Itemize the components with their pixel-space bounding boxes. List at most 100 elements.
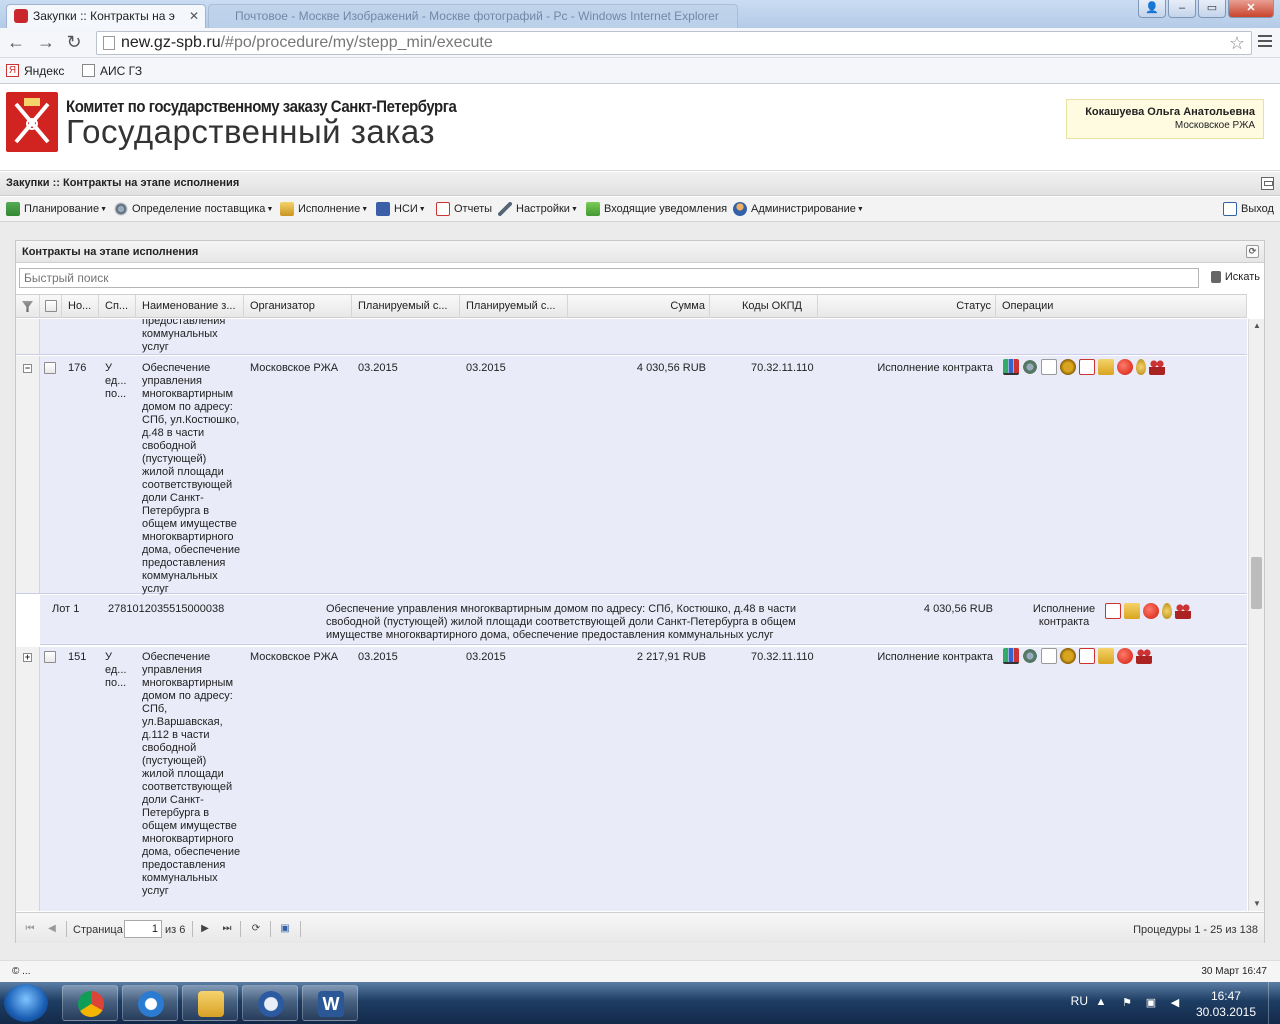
page-footer: © ... 30 Март 16:47 <box>0 960 1280 982</box>
reload-icon[interactable]: ↻ <box>64 33 84 53</box>
taskbar-explorer[interactable] <box>182 985 238 1021</box>
close-window-button[interactable]: ✕ <box>1228 0 1274 18</box>
menu-planning[interactable]: Планирование▼ <box>6 202 107 217</box>
last-page-icon[interactable]: ⏭ <box>221 923 233 935</box>
row-name: Обеспечение управления многоквартирным д… <box>142 362 241 595</box>
filter-column[interactable] <box>16 295 40 318</box>
column-header[interactable]: Сумма <box>568 295 710 318</box>
lot-row[interactable]: Лот 1 2781012035515000038 Обеспечение уп… <box>40 595 1247 645</box>
collapse-row-icon[interactable]: − <box>23 364 32 373</box>
folder-icon[interactable] <box>1124 603 1140 619</box>
minimize-button[interactable]: ‒ <box>1168 0 1196 18</box>
menu-supplier[interactable]: Определение поставщика▼ <box>114 202 273 217</box>
tray-arrow-icon[interactable]: ▲ <box>1094 996 1108 1010</box>
row-checkbox[interactable] <box>44 362 56 374</box>
menu-execution[interactable]: Исполнение▼ <box>280 202 368 217</box>
show-desktop-button[interactable] <box>1268 982 1280 1024</box>
people-icon[interactable] <box>1149 359 1165 375</box>
column-header[interactable]: Организатор <box>244 295 352 318</box>
scroll-up-arrow-icon[interactable]: ▲ <box>1249 319 1265 333</box>
table-row[interactable]: + 151 У ед... по... Обеспечение управлен… <box>16 647 1247 911</box>
column-header[interactable]: Планируемый с... <box>352 295 460 318</box>
scroll-down-arrow-icon[interactable]: ▼ <box>1249 897 1265 911</box>
column-header[interactable]: Наименование з... <box>136 295 244 318</box>
menu-admin[interactable]: Администрирование▼ <box>733 202 864 217</box>
chart-icon[interactable] <box>1003 359 1019 375</box>
stop-icon[interactable] <box>1143 603 1159 619</box>
coin-icon[interactable] <box>1162 603 1172 619</box>
address-bar[interactable]: new.gz-spb.ru/#po/procedure/my/stepp_min… <box>96 31 1252 55</box>
quick-search-input[interactable] <box>19 268 1199 288</box>
report-icon[interactable] <box>1079 359 1095 375</box>
column-header[interactable]: Но... <box>62 295 99 318</box>
emblem-icon[interactable] <box>1060 359 1076 375</box>
grid-scrollbar[interactable]: ▲ ▼ <box>1248 319 1264 911</box>
table-row[interactable]: − 176 У ед... по... Обеспечение управлен… <box>16 356 1247 595</box>
menu-settings[interactable]: Настройки▼ <box>498 202 578 217</box>
forward-arrow-icon[interactable]: → <box>36 33 56 53</box>
column-header[interactable]: Планируемый с... <box>460 295 568 318</box>
taskbar-word[interactable]: W <box>302 985 358 1021</box>
tab-inactive[interactable]: Почтовое - Москве Изображений - Москве ф… <box>208 4 738 28</box>
folder-icon[interactable] <box>1098 648 1114 664</box>
page-number-input[interactable]: 1 <box>124 920 162 938</box>
chrome-menu-icon[interactable] <box>1258 35 1272 50</box>
save-icon[interactable]: ▣ <box>279 923 291 935</box>
report-icon[interactable] <box>1079 648 1095 664</box>
document-icon[interactable] <box>1041 359 1057 375</box>
people-icon[interactable] <box>1175 603 1191 619</box>
taskbar-thunderbird[interactable] <box>242 985 298 1021</box>
bookmarks-bar: Я Яндекс АИС ГЗ <box>0 58 1280 84</box>
first-page-icon[interactable]: ⏮ <box>24 923 36 935</box>
column-header[interactable]: Сп... <box>99 295 136 318</box>
url-path: /#po/procedure/my/stepp_min/execute <box>220 34 493 51</box>
row-number: 176 <box>68 362 87 374</box>
browser-toolbar: ← → ↻ new.gz-spb.ru/#po/procedure/my/ste… <box>0 28 1280 58</box>
chart-icon[interactable] <box>1003 648 1019 664</box>
emblem-icon[interactable] <box>1060 648 1076 664</box>
document-icon[interactable] <box>1041 648 1057 664</box>
tab-active[interactable]: Закупки :: Контракты на э ✕ <box>6 4 206 28</box>
volume-icon[interactable]: ◀ <box>1168 996 1182 1010</box>
select-all-checkbox[interactable] <box>45 300 57 312</box>
network-icon[interactable]: ▣ <box>1144 996 1158 1010</box>
folder-icon[interactable] <box>1098 359 1114 375</box>
gear-icon[interactable] <box>1022 648 1038 664</box>
column-header[interactable]: Коды ОКПД <box>710 295 818 318</box>
start-button[interactable] <box>4 984 48 1022</box>
people-icon[interactable] <box>1136 648 1152 664</box>
next-page-icon[interactable]: ▶ <box>199 923 211 935</box>
prev-page-icon[interactable]: ◀ <box>46 923 58 935</box>
back-arrow-icon[interactable]: ← <box>6 33 26 53</box>
expand-row-icon[interactable]: + <box>23 653 32 662</box>
column-header[interactable]: Операции <box>996 295 1247 318</box>
menu-reports[interactable]: Отчеты <box>436 202 492 216</box>
stop-icon[interactable] <box>1117 648 1133 664</box>
gear-icon[interactable] <box>1022 359 1038 375</box>
row-checkbox[interactable] <box>44 651 56 663</box>
stop-icon[interactable] <box>1117 359 1133 375</box>
menu-incoming[interactable]: Входящие уведомления <box>586 202 727 216</box>
flag-icon[interactable]: ⚑ <box>1120 996 1134 1010</box>
maximize-button[interactable]: ▭ <box>1198 0 1226 18</box>
language-indicator[interactable]: RU <box>1071 994 1088 1008</box>
scrollbar-thumb[interactable] <box>1251 557 1262 609</box>
tab-close-icon[interactable]: ✕ <box>189 5 199 27</box>
bookmark-star-icon[interactable]: ☆ <box>1229 32 1245 54</box>
menu-nsi[interactable]: НСИ▼ <box>376 202 426 217</box>
search-button[interactable]: Искать <box>1210 271 1260 283</box>
exit-button[interactable]: Выход <box>1223 202 1274 216</box>
coin-icon[interactable] <box>1136 359 1146 375</box>
column-header[interactable]: Статус <box>818 295 996 318</box>
table-row[interactable]: предоставления коммунальных услуг <box>16 319 1247 355</box>
taskbar-chrome[interactable] <box>62 985 118 1021</box>
bookmark-ais-gz[interactable]: АИС ГЗ <box>82 63 142 79</box>
refresh-icon[interactable]: ⟳ <box>250 923 262 935</box>
clock[interactable]: 16:47 30.03.2015 <box>1196 988 1256 1020</box>
collapse-section-icon[interactable] <box>1261 177 1274 190</box>
bookmark-yandex[interactable]: Я Яндекс <box>6 63 64 79</box>
panel-refresh-icon[interactable]: ⟳ <box>1246 245 1259 258</box>
report-icon[interactable] <box>1105 603 1121 619</box>
user-icon[interactable]: 👤 <box>1138 0 1166 18</box>
taskbar-ie[interactable] <box>122 985 178 1021</box>
